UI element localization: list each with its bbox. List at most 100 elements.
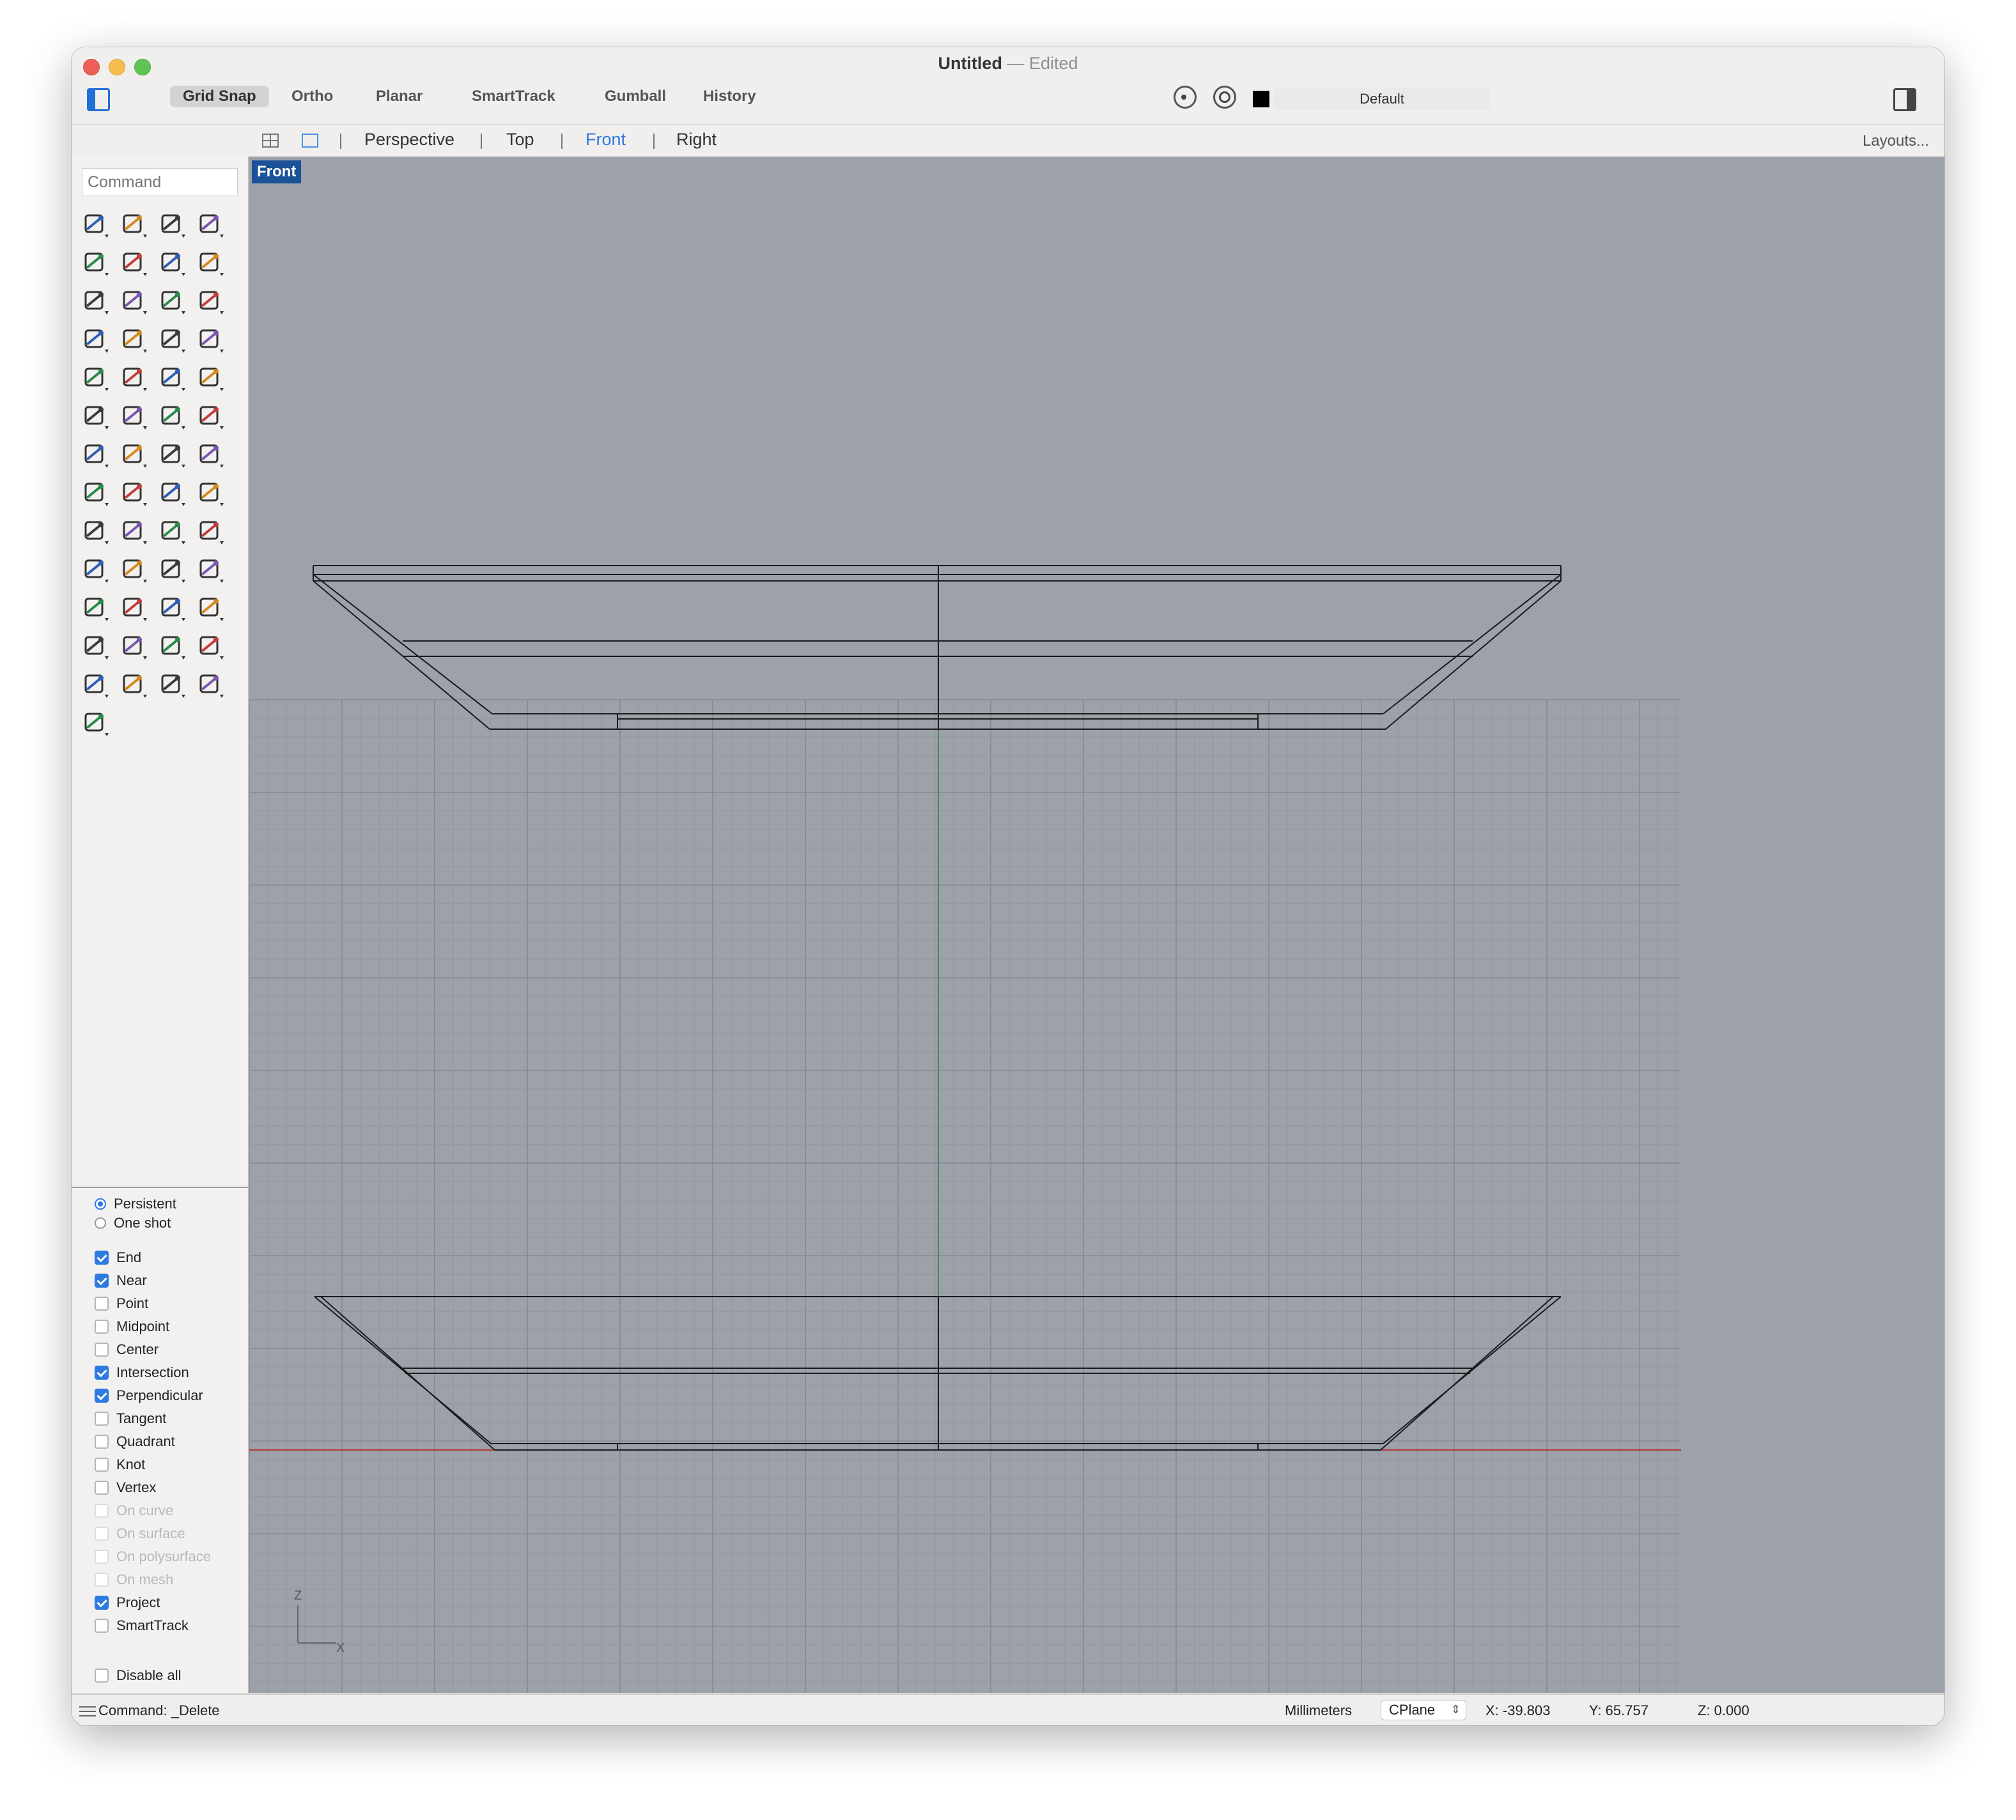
circle-icon[interactable]: [78, 246, 111, 279]
rendered-sphere-icon[interactable]: [155, 668, 188, 701]
analyze-icon[interactable]: [78, 514, 111, 548]
box-icon[interactable]: [78, 323, 111, 356]
checkbox[interactable]: [95, 1297, 109, 1311]
checkbox[interactable]: [95, 1669, 109, 1683]
car-render-icon[interactable]: [116, 591, 150, 624]
align-icon[interactable]: [193, 476, 226, 509]
select-arrow-icon[interactable]: [78, 208, 111, 241]
sphere-icon[interactable]: [116, 323, 150, 356]
checkbox[interactable]: [95, 1481, 109, 1495]
osnap-knot-checkbox[interactable]: Knot: [95, 1454, 145, 1476]
mirror-icon[interactable]: [193, 438, 226, 471]
extend-icon[interactable]: [193, 361, 226, 394]
mesh-plane-icon[interactable]: [193, 323, 226, 356]
checkbox[interactable]: [95, 1343, 109, 1357]
boolean-split-icon[interactable]: [116, 399, 150, 433]
polyline-icon[interactable]: [155, 208, 188, 241]
units-label[interactable]: Millimeters: [1285, 1702, 1352, 1719]
viewport-canvas[interactable]: Z X: [249, 157, 1944, 1693]
command-history-icon[interactable]: [79, 1706, 96, 1716]
osnap-project-checkbox[interactable]: Project: [95, 1592, 160, 1614]
tab-front[interactable]: Front: [585, 130, 626, 150]
tab-perspective[interactable]: Perspective: [364, 130, 454, 150]
osnap-near-checkbox[interactable]: Near: [95, 1270, 147, 1292]
toggle-left-sidebar-icon[interactable]: [87, 88, 110, 111]
gumball-toggle[interactable]: Gumball: [592, 86, 679, 107]
cplane-icon[interactable]: [78, 706, 111, 739]
shaded-sphere-icon[interactable]: [116, 668, 150, 701]
checkbox[interactable]: [95, 1435, 109, 1449]
four-viewports-icon[interactable]: [262, 134, 279, 148]
surface-patch-icon[interactable]: [155, 284, 188, 318]
command-input[interactable]: [82, 168, 238, 196]
ellipse-icon[interactable]: [116, 246, 150, 279]
grid-array-icon[interactable]: [155, 476, 188, 509]
radio-button[interactable]: [95, 1198, 106, 1210]
explode-icon[interactable]: [78, 361, 111, 394]
radio-button[interactable]: [95, 1217, 106, 1229]
join-icon[interactable]: [155, 399, 188, 433]
cplane-select[interactable]: CPlane: [1381, 1700, 1466, 1720]
osnap-point-checkbox[interactable]: Point: [95, 1293, 148, 1315]
solid-edit-icon[interactable]: [78, 476, 111, 509]
persistent-radio[interactable]: Persistent: [95, 1193, 176, 1215]
history-toggle[interactable]: History: [690, 86, 769, 107]
curve-icon[interactable]: [193, 208, 226, 241]
viewport-name-label[interactable]: Front: [252, 160, 302, 183]
current-layer-dropdown[interactable]: Default: [1273, 88, 1491, 110]
record-history-icon[interactable]: [1213, 86, 1236, 109]
rotate-view-icon[interactable]: [78, 591, 111, 624]
checkbox[interactable]: [95, 1619, 109, 1633]
osnap-midpoint-checkbox[interactable]: Midpoint: [95, 1316, 169, 1338]
arc-icon[interactable]: [155, 246, 188, 279]
one-shot-radio[interactable]: One shot: [95, 1212, 171, 1234]
curvature-icon[interactable]: [193, 514, 226, 548]
checkbox[interactable]: [95, 1366, 109, 1380]
osnap-target-icon[interactable]: [1174, 86, 1197, 109]
osnap-vertex-checkbox[interactable]: Vertex: [95, 1477, 156, 1499]
offset-icon[interactable]: [193, 399, 226, 433]
surface-analysis-icon[interactable]: [155, 514, 188, 548]
osnap-center-checkbox[interactable]: Center: [95, 1339, 159, 1361]
move-icon[interactable]: [116, 438, 150, 471]
ortho-toggle[interactable]: Ortho: [279, 86, 346, 107]
transform-icon[interactable]: [193, 591, 226, 624]
osnap-intersection-checkbox[interactable]: Intersection: [95, 1362, 189, 1384]
cylinder-icon[interactable]: [155, 323, 188, 356]
checkbox[interactable]: [95, 1251, 109, 1265]
dimension-icon[interactable]: [116, 476, 150, 509]
single-viewport-icon[interactable]: [302, 134, 318, 148]
check-icon[interactable]: [116, 514, 150, 548]
rectangle-icon[interactable]: [193, 246, 226, 279]
osnap-quadrant-checkbox[interactable]: Quadrant: [95, 1431, 175, 1453]
array-icon[interactable]: [155, 438, 188, 471]
tab-right[interactable]: Right: [676, 130, 717, 150]
polygon-icon[interactable]: [78, 284, 111, 318]
layouts-button[interactable]: Layouts...: [1863, 132, 1929, 150]
osnap-perpendicular-checkbox[interactable]: Perpendicular: [95, 1385, 203, 1407]
grid-plane-icon[interactable]: [155, 591, 188, 624]
point-icon[interactable]: [116, 208, 150, 241]
tab-top[interactable]: Top: [506, 130, 534, 150]
grid-snap-toggle[interactable]: Grid Snap: [170, 86, 269, 107]
zoom-window-icon[interactable]: [116, 553, 150, 586]
loft-icon[interactable]: [193, 284, 226, 318]
checkbox[interactable]: [95, 1596, 109, 1610]
osnap-tangent-checkbox[interactable]: Tangent: [95, 1408, 166, 1430]
smarttrack-toggle[interactable]: SmartTrack: [459, 86, 568, 107]
checkbox[interactable]: [95, 1458, 109, 1472]
material-icon[interactable]: [155, 629, 188, 663]
disable-all-checkbox[interactable]: Disable all: [95, 1665, 182, 1686]
checkbox[interactable]: [95, 1320, 109, 1334]
zoom-icon[interactable]: [78, 553, 111, 586]
fillet-curve-icon[interactable]: [116, 284, 150, 318]
osnap-smarttrack-checkbox[interactable]: SmartTrack: [95, 1615, 189, 1637]
checkbox[interactable]: [95, 1274, 109, 1288]
wireframe-sphere-icon[interactable]: [78, 668, 111, 701]
tag-icon[interactable]: [193, 668, 226, 701]
planar-toggle[interactable]: Planar: [363, 86, 435, 107]
zoom-selected-icon[interactable]: [193, 553, 226, 586]
split-icon[interactable]: [116, 361, 150, 394]
osnap-end-checkbox[interactable]: End: [95, 1247, 141, 1269]
color-wheel-icon[interactable]: [193, 629, 226, 663]
